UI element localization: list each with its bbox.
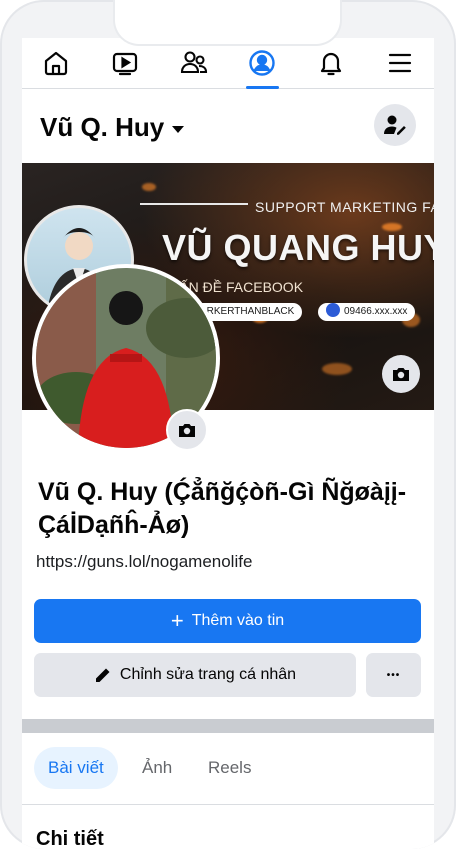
phone-frame: Vũ Q. Huy SUPPORT MARKETING F VŨ QUANG H… [0, 0, 456, 849]
edit-profile-picture-button[interactable] [166, 409, 208, 451]
details-heading: Chi tiết [36, 828, 104, 849]
more-dots-icon: ••• [386, 669, 401, 681]
pencil-icon [95, 668, 110, 682]
profile-full-name: Vũ Q. Huy (Ḉẳñğḉòñ-Gì Ñğøàįį-Çáİ̇Dạñĥ-Ảø… [38, 478, 407, 539]
tabs-divider [22, 804, 434, 805]
more-options-button[interactable]: ••• [366, 653, 421, 697]
caret-down-icon [172, 126, 185, 133]
camera-icon [179, 424, 195, 437]
edit-profile-button[interactable]: Chỉnh sửa trang cá nhân [34, 653, 356, 697]
cover-phone: 09466.xxx.xxx [344, 306, 408, 317]
phone-notch [115, 0, 340, 44]
nav-friends[interactable] [159, 38, 228, 88]
profile-bio-link[interactable]: https://guns.lol/nogamenolife [36, 552, 252, 572]
watch-icon [112, 52, 138, 76]
cover-support-text: SUPPORT MARKETING FACE [255, 199, 434, 215]
cover-ember [322, 363, 352, 375]
profile-tabs: Bài viết Ảnh Reels [22, 744, 434, 794]
header-title: Vũ Q. Huy [40, 112, 165, 142]
home-icon [45, 51, 68, 76]
nav-home[interactable] [22, 38, 91, 88]
section-divider [22, 719, 434, 733]
profile-switcher[interactable]: Vũ Q. Huy [40, 112, 185, 143]
cover-ember [142, 183, 156, 191]
nav-notifications[interactable] [297, 38, 366, 88]
tab-posts[interactable]: Bài viết [34, 747, 118, 789]
add-to-story-button[interactable]: + Thêm vào tin [34, 599, 421, 643]
camera-icon [393, 368, 409, 381]
phone-icon [326, 303, 340, 318]
tab-reels[interactable]: Reels [194, 747, 265, 789]
edit-profile-label: Chỉnh sửa trang cá nhân [119, 666, 297, 683]
bell-icon [320, 52, 342, 76]
top-navigation [22, 38, 434, 89]
edit-cover-button[interactable] [382, 355, 420, 393]
tab-photos[interactable]: Ảnh [128, 747, 186, 789]
menu-icon [388, 53, 411, 73]
profile-icon [249, 50, 276, 76]
plus-icon: + [170, 608, 184, 633]
add-to-story-label: Thêm vào tin [191, 612, 285, 629]
cover-phone-pill: 09466.xxx.xxx [318, 303, 416, 321]
friends-icon [180, 51, 207, 74]
nav-watch[interactable] [91, 38, 160, 88]
nav-profile[interactable] [228, 38, 297, 89]
profile-header: Vũ Q. Huy [22, 90, 434, 162]
cover-headline: VŨ QUANG HUY [162, 227, 434, 268]
edit-profile-shortcut-button[interactable] [374, 104, 416, 146]
app-screen: Vũ Q. Huy SUPPORT MARKETING F VŨ QUANG H… [22, 38, 434, 849]
cover-line [140, 203, 248, 205]
nav-menu[interactable] [365, 38, 434, 88]
person-edit-icon [384, 115, 406, 135]
